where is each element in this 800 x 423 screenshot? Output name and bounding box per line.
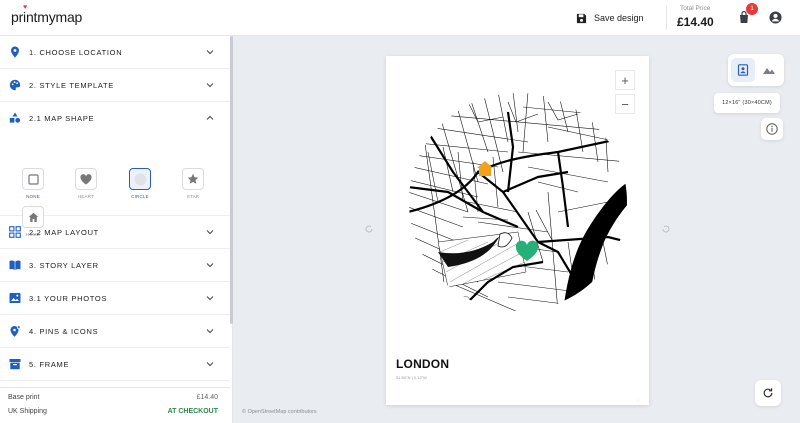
save-design-label: Save design (594, 13, 644, 23)
shape-box (75, 168, 97, 190)
section-story-layer[interactable]: 3. STORY LAYER (0, 249, 230, 282)
portrait-button[interactable] (731, 58, 755, 82)
shape-option-circle[interactable]: CIRCLE (127, 168, 153, 199)
chevron-up-icon (206, 115, 214, 120)
frame-icon (9, 359, 21, 370)
osm-attribution[interactable]: © OpenStreetMap contributors (242, 409, 317, 415)
zoom-in-button[interactable]: + (615, 70, 635, 90)
info-button[interactable] (761, 118, 783, 140)
total-price-label: Total Price (680, 5, 711, 12)
logo[interactable]: printmymap (11, 9, 82, 25)
header-divider (666, 6, 667, 30)
cart-count-badge: 1 (746, 3, 758, 15)
section-your-photos[interactable]: 3.1 YOUR PHOTOS (0, 282, 230, 315)
logo-heart-icon: ♥ (23, 4, 28, 11)
landscape-button[interactable] (757, 58, 781, 82)
layout-grid-icon (9, 226, 21, 238)
section-choose-location[interactable]: 1. CHOOSE LOCATION (0, 36, 230, 69)
shape-caption: STAR (186, 194, 200, 199)
refresh-icon (763, 388, 773, 398)
editor-sidebar: 1. CHOOSE LOCATION 2. STYLE TEMPLATE 2.1… (0, 36, 233, 423)
circle-icon (134, 173, 146, 185)
section-label: 1. CHOOSE LOCATION (29, 48, 123, 57)
chevron-down-icon (206, 329, 214, 334)
chevron-down-icon (206, 50, 214, 55)
shape-caption: HEART (77, 194, 95, 199)
square-icon (27, 173, 39, 185)
poster-title[interactable]: LONDON (396, 357, 449, 371)
section-style-template[interactable]: 2. STYLE TEMPLATE (0, 69, 230, 102)
heart-icon (80, 173, 92, 184)
info-icon (766, 123, 778, 135)
section-map-layout[interactable]: 2.2 MAP LAYOUT (0, 216, 230, 249)
chevron-down-icon (206, 83, 214, 88)
chevron-down-icon (206, 263, 214, 268)
poster-coordinates[interactable]: 51.50°N | 0.12°W (396, 375, 427, 380)
shape-box (22, 168, 44, 190)
star-icon (187, 173, 199, 184)
section-pins-icons[interactable]: 4. PINS & ICONS (0, 315, 230, 348)
location-pin-icon (11, 46, 19, 58)
landscape-icon (763, 68, 775, 74)
poster-preview: LONDON 51.50°N | 0.12°W ⌟ (386, 56, 649, 405)
top-header: printmymap ♥ Save design Total Price £14… (0, 0, 800, 36)
rotate-right-icon (662, 225, 670, 233)
shape-option-heart[interactable]: HEART (73, 168, 99, 199)
reset-view-button[interactable] (755, 380, 781, 406)
base-print-label: Base print (8, 394, 40, 401)
chevron-down-icon (206, 230, 214, 235)
rotate-left-icon (365, 225, 373, 233)
shapes-icon (9, 112, 21, 123)
shape-box (129, 168, 151, 190)
circular-street-map[interactable] (408, 92, 628, 312)
section-label: 3.1 YOUR PHOTOS (29, 294, 108, 303)
section-frame[interactable]: 5. FRAME (0, 348, 230, 381)
portrait-icon (737, 64, 749, 76)
section-label: 2. STYLE TEMPLATE (29, 81, 114, 90)
shape-caption: CIRCLE (131, 194, 149, 199)
pin-plus-icon (10, 325, 21, 337)
user-account-icon[interactable] (769, 11, 782, 24)
section-map-shape[interactable]: 2.1 MAP SHAPE NONE HEART CIRCLE STAR HOM… (0, 102, 230, 237)
photos-icon (9, 293, 21, 303)
poster-size-selector[interactable]: 12×16" (30×40CM) (714, 93, 780, 113)
shipping-label: UK Shipping (8, 408, 47, 415)
chevron-down-icon (206, 296, 214, 301)
poster-corner-mark: ⌟ (637, 396, 639, 401)
palette-icon (9, 79, 21, 91)
section-label: 4. PINS & ICONS (29, 327, 99, 336)
save-icon (576, 13, 587, 23)
section-label: 3. STORY LAYER (29, 261, 99, 270)
section-label: 2.1 MAP SHAPE (29, 114, 95, 123)
shape-option-star[interactable]: STAR (180, 168, 206, 199)
chevron-down-icon (206, 362, 214, 367)
shipping-value: AT CHECKOUT (167, 408, 218, 415)
shape-caption: NONE (26, 194, 40, 199)
shape-box (182, 168, 204, 190)
price-summary: Base print £14.40 UK Shipping AT CHECKOU… (0, 387, 230, 423)
section-label: 2.2 MAP LAYOUT (29, 228, 99, 237)
save-design-button[interactable]: Save design (576, 10, 644, 26)
base-print-value: £14.40 (196, 394, 218, 401)
section-label: 5. FRAME (29, 360, 70, 369)
orientation-panel (728, 54, 784, 86)
total-price-value: £14.40 (677, 15, 714, 29)
zoom-out-button[interactable]: − (615, 94, 635, 114)
shape-option-none[interactable]: NONE (20, 168, 46, 199)
book-icon (9, 260, 21, 270)
sidebar-scrollbar[interactable] (230, 36, 233, 324)
